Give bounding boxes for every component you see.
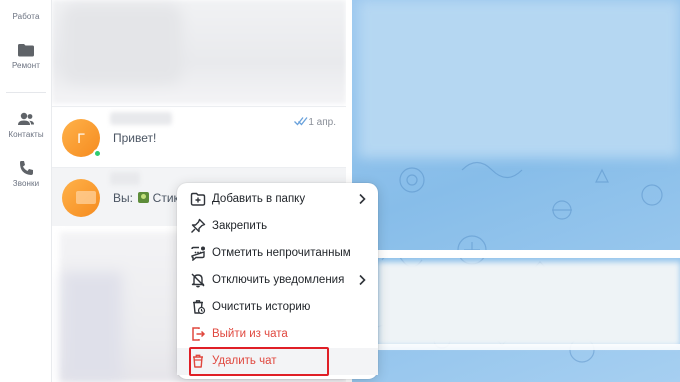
- pin-icon: [191, 218, 206, 233]
- exit-icon: [192, 327, 206, 341]
- blurred-chat-item: [52, 0, 346, 104]
- sidebar-item-calls[interactable]: Звонки: [0, 160, 52, 188]
- list-divider: [52, 106, 346, 107]
- contacts-icon: [18, 112, 34, 125]
- blurred-chat-name: [110, 172, 140, 185]
- sidebar-item-label: Ремонт: [11, 61, 41, 70]
- chevron-right-icon: [359, 274, 366, 286]
- sidebar-item-label: Работа: [12, 12, 40, 21]
- chat-date: 1 апр.: [308, 117, 336, 128]
- menu-item-label: Очистить историю: [212, 301, 311, 313]
- sidebar-item-label: Звонки: [12, 179, 40, 188]
- trash-icon: [193, 354, 203, 368]
- folders-sidebar: Работа Ремонт Контакты Звонки: [0, 0, 52, 382]
- mark-unread-icon: [191, 246, 205, 261]
- chat-panel: [346, 0, 680, 382]
- online-indicator: [93, 149, 102, 158]
- blurred-chat-name: [110, 112, 172, 125]
- menu-item-label: Удалить чат: [212, 355, 277, 367]
- message-separator: [346, 250, 680, 258]
- sidebar-item-contacts[interactable]: Контакты: [0, 111, 52, 139]
- phone-icon: [20, 161, 33, 175]
- menu-item-label: Добавить в папку: [212, 193, 306, 205]
- menu-item-mark-unread[interactable]: Отметить непрочитанным: [177, 240, 378, 267]
- read-checkmarks-icon: [294, 117, 308, 126]
- chat-context-menu: Добавить в папку Закрепить Отметить непр…: [177, 183, 378, 379]
- menu-item-add-to-folder[interactable]: Добавить в папку: [177, 186, 378, 213]
- bell-off-icon: [191, 273, 205, 288]
- sidebar-item-label: Контакты: [8, 130, 44, 139]
- menu-item-label: Отключить уведомления: [212, 274, 345, 286]
- menu-item-pin[interactable]: Закрепить: [177, 213, 378, 240]
- chevron-right-icon: [359, 193, 366, 205]
- menu-item-mute-notifications[interactable]: Отключить уведомления: [177, 267, 378, 294]
- avatar: [62, 179, 100, 217]
- clear-history-icon: [193, 300, 206, 315]
- last-message: Привет!: [113, 131, 157, 145]
- menu-item-leave-chat[interactable]: Выйти из чата: [177, 321, 378, 348]
- menu-item-delete-chat[interactable]: Удалить чат: [177, 348, 378, 375]
- blurred-message: [378, 262, 680, 346]
- last-message: Вы: Стик: [113, 191, 179, 205]
- sidebar-divider: [6, 92, 46, 93]
- message-text: Стик: [152, 191, 179, 205]
- message-prefix: Вы:: [113, 191, 133, 205]
- sidebar-item-repair[interactable]: Ремонт: [0, 42, 52, 70]
- menu-item-label: Отметить непрочитанным: [212, 247, 351, 259]
- menu-item-label: Закрепить: [212, 220, 268, 232]
- message-separator: [346, 344, 680, 350]
- menu-item-label: Выйти из чата: [212, 328, 288, 340]
- folder-icon: [18, 44, 34, 57]
- blurred-message: [358, 0, 680, 158]
- sticker-emoji-icon: [138, 192, 150, 203]
- chat-list-item[interactable]: Г 1 апр. Привет!: [52, 108, 346, 166]
- folder-add-icon: [190, 192, 206, 206]
- sidebar-item-work[interactable]: Работа: [0, 0, 52, 21]
- menu-item-clear-history[interactable]: Очистить историю: [177, 294, 378, 321]
